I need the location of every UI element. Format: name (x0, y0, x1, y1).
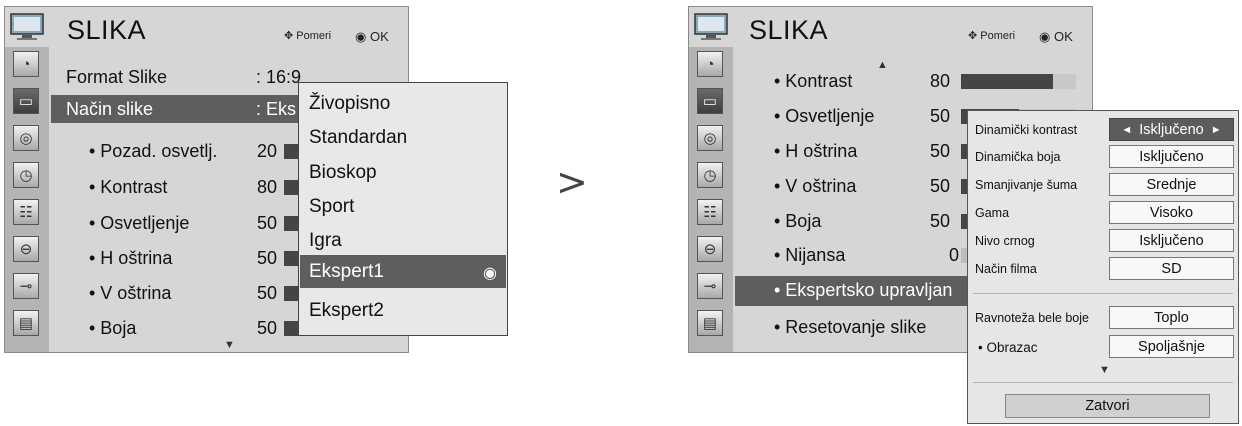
input-icon[interactable]: ⊸ (697, 273, 723, 299)
black-level-label: Nivo crnog (975, 234, 1035, 248)
lock-icon[interactable]: ⊖ (697, 236, 723, 262)
color-value: 50 (930, 211, 951, 231)
scroll-up-arrow-icon[interactable]: ▲ (877, 59, 888, 71)
dropdown-item-expert2[interactable]: Ekspert2 (309, 300, 384, 322)
expert-control-panel: Dinamički kontrast ◄ Isključeno ► Dinami… (967, 110, 1239, 424)
brightness-value: 50 (930, 106, 951, 126)
dynamic-color-label: Dinamička boja (975, 150, 1061, 164)
film-mode-value[interactable]: SD (1109, 257, 1234, 280)
page-title: SLIKA (67, 15, 147, 45)
dropdown-item-cinema[interactable]: Bioskop (309, 162, 377, 184)
divider (973, 293, 1233, 294)
satellite-icon[interactable]: ◔ (13, 51, 39, 77)
picture-mode-dropdown: Živopisno Standardan Bioskop Sport Igra … (298, 82, 508, 336)
dynamic-contrast-label: Dinamički kontrast (975, 123, 1078, 137)
tv-monitor-icon (10, 13, 44, 41)
option-icon[interactable]: ☷ (697, 199, 723, 225)
clock-icon[interactable]: ◷ (13, 162, 39, 188)
brightness-label[interactable]: • Osvetljenje (89, 213, 189, 234)
usb-photo-icon[interactable]: ▤ (697, 310, 723, 336)
white-balance-label: Ravnoteža bele boje (975, 311, 1089, 325)
noise-reduction-label: Smanjivanje šuma (975, 178, 1078, 192)
picture-mode-value: : Eks (256, 99, 297, 119)
color-value: 50 (257, 318, 278, 338)
picture-mode-label[interactable]: Način slike (66, 99, 153, 120)
color-label[interactable]: • Boja (774, 211, 821, 232)
dynamic-color-value[interactable]: Isključeno (1109, 145, 1234, 168)
arrow-right-icon[interactable]: ► (1211, 124, 1222, 136)
brightness-label[interactable]: • Osvetljenje (774, 106, 874, 127)
pattern-value[interactable]: Spoljašnje (1109, 335, 1234, 358)
tv-monitor-icon (694, 13, 728, 41)
backlight-label[interactable]: • Pozad. osvetlj. (89, 141, 217, 162)
usb-photo-icon[interactable]: ▤ (13, 310, 39, 336)
ok-circle-icon: ◉ (355, 29, 367, 44)
white-balance-value[interactable]: Toplo (1109, 306, 1234, 329)
backlight-value: 20 (257, 141, 278, 161)
scroll-down-arrow-icon[interactable]: ▼ (224, 339, 235, 351)
format-label[interactable]: Format Slike (66, 67, 167, 88)
close-button[interactable]: Zatvori (1005, 394, 1210, 418)
v-sharpness-label[interactable]: • V oštrina (89, 283, 171, 304)
black-level-value[interactable]: Isključeno (1109, 229, 1234, 252)
noise-reduction-value[interactable]: Srednje (1109, 173, 1234, 196)
arrow-left-icon[interactable]: ◄ (1121, 124, 1132, 136)
ok-hint: ◉ OK (1039, 29, 1073, 44)
gamma-value[interactable]: Visoko (1109, 201, 1234, 224)
tv-picture-icon[interactable]: ▭ (697, 88, 723, 114)
satellite-icon[interactable]: ◔ (697, 51, 723, 77)
lock-icon[interactable]: ⊖ (13, 236, 39, 262)
input-icon[interactable]: ⊸ (13, 273, 39, 299)
contrast-bar[interactable] (961, 74, 1076, 89)
ok-circle-icon: ◉ (1039, 29, 1051, 44)
v-sharpness-label[interactable]: • V oštrina (774, 176, 856, 197)
film-mode-label: Način filma (975, 262, 1037, 276)
move-arrows-icon: ✥ (968, 30, 978, 42)
expert-control-label[interactable]: • Ekspertsko upravljan (774, 280, 952, 301)
tv-picture-icon[interactable]: ▭ (13, 88, 39, 114)
divider (973, 382, 1233, 383)
contrast-label[interactable]: • Kontrast (774, 71, 852, 92)
dropdown-item-sport[interactable]: Sport (309, 196, 354, 218)
format-value: : 16:9 (256, 67, 302, 87)
gamma-label: Gama (975, 206, 1010, 220)
dropdown-item-game[interactable]: Igra (309, 230, 342, 252)
h-sharpness-label[interactable]: • H oštrina (89, 248, 172, 269)
contrast-value: 80 (257, 177, 278, 197)
h-sharpness-label[interactable]: • H oštrina (774, 141, 857, 162)
tint-value: 0 (949, 245, 960, 265)
tint-label[interactable]: • Nijansa (774, 245, 845, 266)
contrast-value: 80 (930, 71, 951, 91)
clock-icon[interactable]: ◷ (697, 162, 723, 188)
ok-hint: ◉ OK (355, 29, 389, 44)
h-sharpness-value: 50 (930, 141, 951, 161)
reset-picture-label[interactable]: • Resetovanje slike (774, 317, 926, 338)
transition-arrow: > (556, 160, 588, 204)
v-sharpness-value: 50 (257, 283, 278, 303)
scroll-down-arrow-icon[interactable]: ▼ (1099, 364, 1110, 376)
move-arrows-icon: ✥ (284, 30, 294, 42)
move-hint: ✥ Pomeri (968, 30, 1016, 42)
color-label[interactable]: • Boja (89, 318, 136, 339)
h-sharpness-value: 50 (257, 248, 278, 268)
selected-radio-icon: ◉ (483, 265, 497, 282)
pattern-label: • Obrazac (978, 340, 1038, 355)
page-title: SLIKA (749, 15, 829, 45)
contrast-label[interactable]: • Kontrast (89, 177, 167, 198)
option-icon[interactable]: ☷ (13, 199, 39, 225)
move-hint: ✥ Pomeri (284, 30, 332, 42)
audio-icon[interactable]: ◎ (13, 125, 39, 151)
v-sharpness-value: 50 (930, 176, 951, 196)
dynamic-contrast-selector[interactable]: ◄ Isključeno ► (1109, 118, 1234, 141)
audio-icon[interactable]: ◎ (697, 125, 723, 151)
brightness-value: 50 (257, 213, 278, 233)
dropdown-item-vivid[interactable]: Živopisno (309, 93, 390, 115)
dropdown-item-expert1[interactable]: Ekspert1 (309, 261, 384, 283)
dropdown-item-standard[interactable]: Standardan (309, 127, 407, 149)
